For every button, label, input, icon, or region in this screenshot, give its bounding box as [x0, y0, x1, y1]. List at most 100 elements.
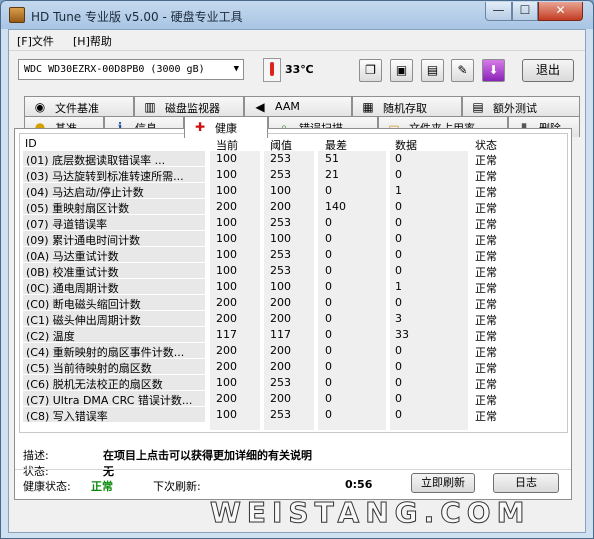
table-row[interactable]: (05) 重映射扇区计数 200 200 140 0 正常 [20, 199, 567, 215]
copy-icon: ❐ [365, 63, 376, 77]
tab-label: 健康 [215, 122, 237, 135]
health-status-label: 健康状态: [23, 480, 71, 493]
status-cell: 正常 [475, 154, 497, 167]
worst-cell: 0 [325, 312, 332, 325]
random-access-icon: ▦ [362, 100, 374, 114]
save-disk-icon: ▤ [426, 63, 439, 77]
raw-data-cell: 0 [395, 200, 402, 213]
raw-data-cell: 3 [395, 312, 402, 325]
worst-cell: 0 [325, 184, 332, 197]
worst-cell: 140 [325, 200, 346, 213]
status-cell: 正常 [475, 314, 497, 327]
tab-aam[interactable]: ◀ AAM [244, 96, 352, 117]
disk-monitor-icon: ▥ [144, 100, 156, 114]
tab-label: AAM [275, 100, 300, 113]
table-row[interactable]: (C2) 温度 117 117 0 33 正常 [20, 327, 567, 343]
log-button[interactable]: 日志 [493, 473, 559, 493]
raw-data-cell: 0 [395, 168, 402, 181]
maximize-icon: ☐ [519, 3, 531, 17]
attribute-id-cell: (04) 马达启动/停止计数 [23, 183, 205, 198]
health-panel: ID 当前 阈值 最差 数据 状态 (01) 底层数据读取错误率 ... 100 2… [14, 128, 572, 500]
raw-data-cell: 0 [395, 296, 402, 309]
table-row[interactable]: (0C) 通电周期计数 100 100 0 1 正常 [20, 279, 567, 295]
tab-health[interactable]: ✚ 健康 [184, 116, 268, 138]
tab-disk-monitor[interactable]: ▥ 磁盘监视器 [134, 96, 244, 117]
table-row[interactable]: (0B) 校准重试计数 100 253 0 0 正常 [20, 263, 567, 279]
copy-text-button[interactable]: ❐ [359, 59, 382, 82]
worst-cell: 0 [325, 296, 332, 309]
minimize-button[interactable]: — [485, 2, 512, 21]
footer-bar: 健康状态: 正常 下次刷新: 0:56 立即刷新 日志 [15, 469, 571, 499]
copy-image-icon: ▣ [395, 63, 408, 77]
close-button[interactable]: ✕ [538, 2, 583, 21]
status-cell: 正常 [475, 362, 497, 375]
raw-data-cell: 1 [395, 184, 402, 197]
worst-cell: 0 [325, 232, 332, 245]
description-value: 在项目上点击可以获得更加详细的有关说明 [103, 447, 312, 463]
tab-label: 随机存取 [383, 102, 427, 115]
close-icon: ✕ [555, 3, 566, 17]
table-row[interactable]: (04) 马达启动/停止计数 100 100 0 1 正常 [20, 183, 567, 199]
menu-bar: [F]文件 [H]帮助 [9, 30, 585, 50]
worst-cell: 0 [325, 248, 332, 261]
status-cell: 正常 [475, 202, 497, 215]
attribute-id-cell: (0A) 马达重试计数 [23, 247, 205, 262]
worst-cell: 21 [325, 168, 339, 181]
table-row[interactable]: (07) 寻道错误率 100 253 0 0 正常 [20, 215, 567, 231]
table-row[interactable]: (C1) 磁头伸出周期计数 200 200 0 3 正常 [20, 311, 567, 327]
menu-help[interactable]: [H]帮助 [73, 33, 112, 49]
status-cell: 正常 [475, 346, 497, 359]
threshold-cell: 200 [270, 344, 291, 357]
worst-cell: 0 [325, 408, 332, 421]
temperature-readout: 33℃ [285, 63, 314, 76]
worst-cell: 0 [325, 360, 332, 373]
current-cell: 100 [216, 168, 237, 181]
tab-random-access[interactable]: ▦ 随机存取 [352, 96, 462, 117]
attribute-id-cell: (C4) 重新映射的扇区事件计数... [23, 343, 205, 358]
tab-label: 额外测试 [493, 102, 537, 115]
status-cell: 正常 [475, 170, 497, 183]
drive-select[interactable]: WDC WD30EZRX-00D8PB0 (3000 gB) ▼ [18, 59, 244, 80]
table-row[interactable]: (01) 底层数据读取错误率 ... 100 253 51 0 正常 [20, 151, 567, 167]
table-row[interactable]: (C5) 当前待映射的扇区数 200 200 0 0 正常 [20, 359, 567, 375]
current-cell: 100 [216, 280, 237, 293]
table-row[interactable]: (0A) 马达重试计数 100 253 0 0 正常 [20, 247, 567, 263]
current-cell: 100 [216, 232, 237, 245]
download-button[interactable]: ⬇ [482, 59, 505, 82]
attribute-id-cell: (07) 寻道错误率 [23, 215, 205, 230]
table-row[interactable]: (C8) 写入错误率 100 253 0 0 正常 [20, 407, 567, 423]
table-row[interactable]: (09) 累计通电时间计数 100 100 0 0 正常 [20, 231, 567, 247]
raw-data-cell: 0 [395, 232, 402, 245]
threshold-cell: 200 [270, 312, 291, 325]
table-row[interactable]: (C7) Ultra DMA CRC 错误计数... 200 200 0 0 正常 [20, 391, 567, 407]
refresh-now-button[interactable]: 立即刷新 [411, 473, 475, 493]
worst-cell: 0 [325, 264, 332, 277]
current-cell: 117 [216, 328, 237, 341]
status-cell: 正常 [475, 378, 497, 391]
maximize-button[interactable]: ☐ [512, 2, 538, 21]
options-button[interactable]: ✎ [451, 59, 474, 82]
extra-tests-icon: ▤ [472, 100, 484, 114]
status-cell: 正常 [475, 218, 497, 231]
table-row[interactable]: (C0) 断电磁头缩回计数 200 200 0 0 正常 [20, 295, 567, 311]
tab-extra-tests[interactable]: ▤ 额外测试 [462, 96, 580, 117]
raw-data-cell: 0 [395, 248, 402, 261]
status-cell: 正常 [475, 234, 497, 247]
attribute-id-cell: (0B) 校准重试计数 [23, 263, 205, 278]
table-row[interactable]: (03) 马达旋转到标准转速所需... 100 253 21 0 正常 [20, 167, 567, 183]
exit-button[interactable]: 退出 [522, 59, 574, 82]
copy-screenshot-button[interactable]: ▣ [390, 59, 413, 82]
table-row[interactable]: (C6) 脱机无法校正的扇区数 100 253 0 0 正常 [20, 375, 567, 391]
attribute-id-cell: (C1) 磁头伸出周期计数 [23, 311, 205, 326]
menu-file[interactable]: [F]文件 [17, 33, 54, 49]
arrow-down-icon: ⬇ [488, 63, 499, 77]
tab-file-benchmark[interactable]: ◉ 文件基准 [24, 96, 134, 117]
current-cell: 200 [216, 200, 237, 213]
description-label: 描述: [23, 449, 49, 462]
save-button[interactable]: ▤ [421, 59, 444, 82]
title-bar[interactable]: HD Tune 专业版 v5.00 - 硬盘专业工具 — ☐ ✕ [1, 1, 593, 29]
table-row[interactable]: (C4) 重新映射的扇区事件计数... 200 200 0 0 正常 [20, 343, 567, 359]
status-cell: 正常 [475, 266, 497, 279]
current-cell: 200 [216, 360, 237, 373]
header-id[interactable]: ID [25, 137, 37, 150]
